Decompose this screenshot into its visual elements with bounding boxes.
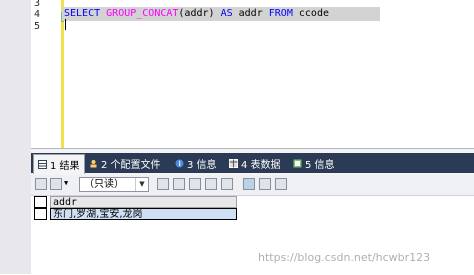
text-view-button[interactable] <box>275 178 287 190</box>
tab-info-2[interactable]: 5 信息 <box>293 156 335 171</box>
tab-label: 4 表数据 <box>241 160 281 171</box>
sql-query[interactable]: SELECT GROUP_CONCAT(addr) AS addr FROM c… <box>64 7 329 21</box>
refresh-button[interactable] <box>50 178 62 190</box>
result-grid-icon <box>38 160 47 169</box>
delete-button[interactable] <box>205 178 217 190</box>
text-cursor <box>65 19 66 30</box>
tab-label: 1 结果 <box>50 161 80 172</box>
keyword-from: FROM <box>268 8 293 19</box>
profile-icon <box>90 160 97 168</box>
insert-row-button[interactable] <box>157 178 169 190</box>
row-checkbox[interactable] <box>34 196 47 208</box>
watermark-text: https://blog.csdn.net/hcwbr123 <box>258 251 431 264</box>
result-mode-select[interactable]: （只读） ▼ <box>79 177 149 192</box>
chevron-down-icon[interactable]: ▼ <box>64 179 68 187</box>
tab-results[interactable]: 1 结果 <box>33 154 85 174</box>
table-name: ccode <box>298 8 329 19</box>
line-number: 5 <box>34 21 41 32</box>
table-data-icon <box>229 159 238 168</box>
result-mode-value: （只读） <box>84 179 124 190</box>
results-tab-bar: 1 结果 2 个配置文件 3 信息 4 表数据 5 信息 <box>31 153 474 174</box>
info-icon <box>175 159 184 168</box>
duplicate-row-button[interactable] <box>173 178 185 190</box>
line-number-gutter: 3 4 5 <box>31 0 59 148</box>
function-group-concat: GROUP_CONCAT <box>106 8 179 19</box>
sql-editor[interactable]: 3 4 5 SELECT GROUP_CONCAT(addr) AS addr … <box>31 0 474 148</box>
info-icon <box>293 159 302 168</box>
keyword-as: AS <box>220 8 233 19</box>
column-header-addr[interactable]: addr <box>50 196 237 208</box>
chevron-down-icon: ▼ <box>135 178 148 191</box>
tab-profiles[interactable]: 2 个配置文件 <box>89 156 161 171</box>
window-left-edge <box>0 0 32 274</box>
column-alias: addr <box>238 8 263 19</box>
line-number: 3 <box>34 0 41 9</box>
tab-info[interactable]: 3 信息 <box>175 156 217 171</box>
tab-label: 2 个配置文件 <box>101 160 161 171</box>
tab-label: 5 信息 <box>305 160 335 171</box>
change-bar <box>61 0 64 148</box>
save-button[interactable] <box>189 178 201 190</box>
function-argument: (addr) <box>178 8 215 19</box>
row-checkbox[interactable] <box>34 208 47 220</box>
cancel-button[interactable] <box>221 178 233 190</box>
keyword-select: SELECT <box>64 8 101 19</box>
tab-label: 3 信息 <box>187 160 217 171</box>
table-cell[interactable]: 东门,罗湖,宝安,龙岗 <box>50 208 237 220</box>
line-number: 4 <box>34 9 41 20</box>
grid-view-button[interactable] <box>243 178 255 190</box>
tab-table-data[interactable]: 4 表数据 <box>229 156 281 171</box>
form-view-button[interactable] <box>259 178 271 190</box>
export-button[interactable] <box>35 178 47 190</box>
results-toolbar: ▼ （只读） ▼ <box>31 175 474 196</box>
